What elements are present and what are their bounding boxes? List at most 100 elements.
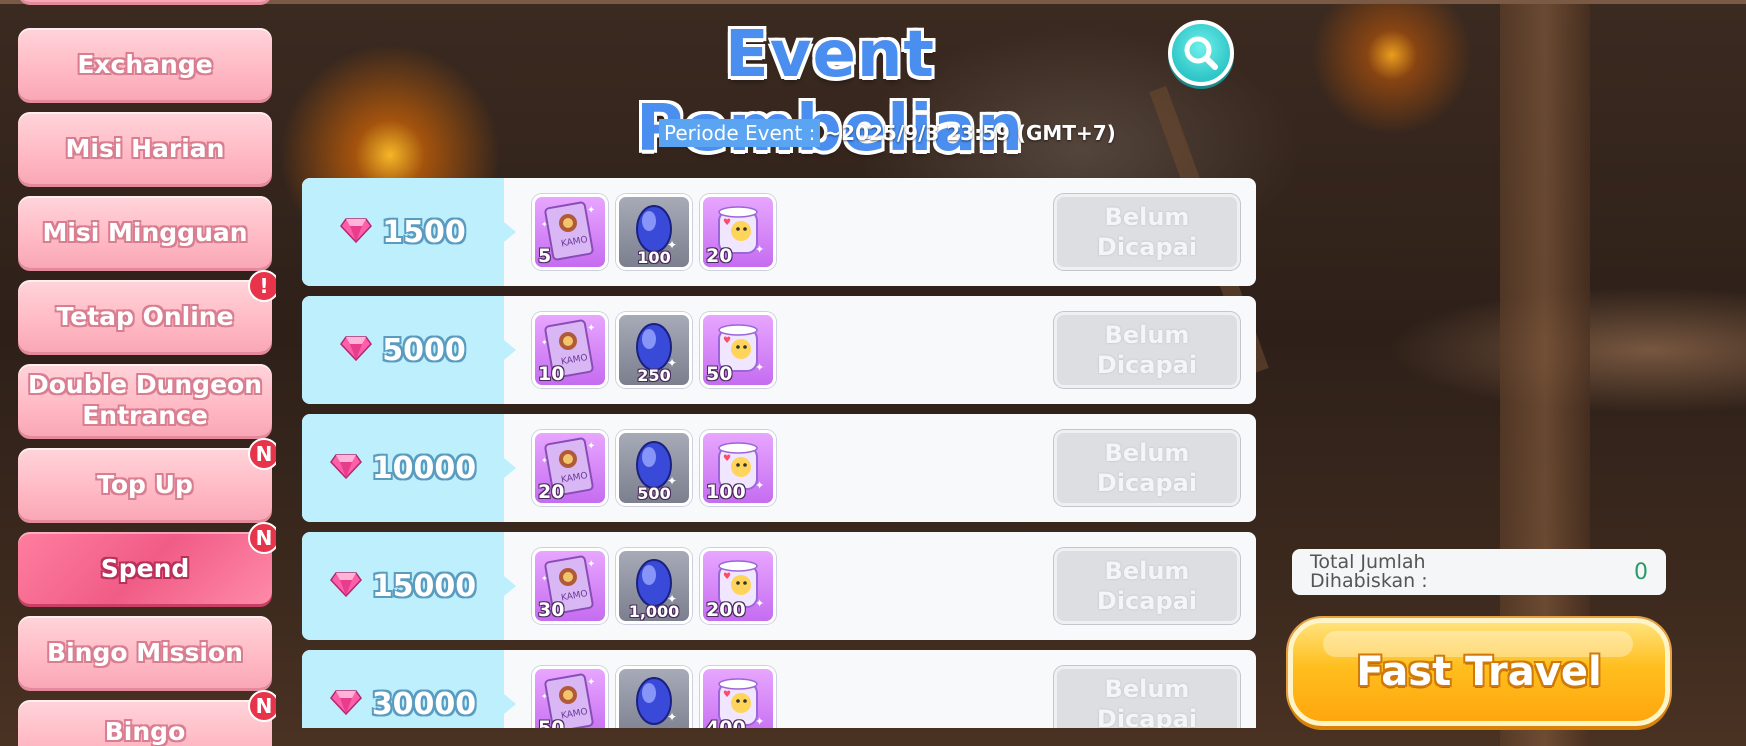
- svg-text:✦: ✦: [587, 677, 595, 688]
- reward-item[interactable]: ♥ ✦ 200: [700, 548, 776, 624]
- svg-text:✦: ✦: [587, 323, 595, 334]
- svg-text:✦: ✦: [755, 243, 764, 256]
- pink-gem-icon: [340, 335, 373, 365]
- claim-status-button[interactable]: Belum Dicapai: [1054, 194, 1240, 270]
- reward-row: 15000 KAMO ✦ ✦ 30 ✦ 1,000 ♥ ✦ 200 Belum Dicapai: [302, 532, 1256, 640]
- claim-status-label: Belum Dicapai: [1096, 203, 1198, 261]
- item-quantity: 20: [706, 245, 733, 267]
- reward-item[interactable]: ♥ ✦ 50: [700, 312, 776, 388]
- svg-text:✦: ✦: [541, 338, 548, 347]
- search-icon: [1184, 36, 1218, 70]
- svg-text:✦: ✦: [587, 205, 595, 216]
- claim-status-button[interactable]: Belum Dicapai: [1054, 666, 1240, 728]
- reward-row: 30000 KAMO ✦ ✦ 50 ✦ ♥ ✦ 400 Belum Dicapai: [302, 650, 1256, 728]
- claim-status-label: Belum Dicapai: [1096, 557, 1198, 615]
- sidebar-item-spend[interactable]: Spend N: [18, 522, 276, 604]
- svg-text:✦: ✦: [541, 574, 548, 583]
- reward-item[interactable]: ♥ ✦ 400: [700, 666, 776, 728]
- claim-status-label: Belum Dicapai: [1096, 675, 1198, 728]
- item-quantity: 100: [706, 481, 746, 503]
- cost-value: 1500: [382, 214, 466, 250]
- cost-value: 10000: [371, 450, 477, 486]
- pink-gem-icon: [329, 689, 362, 719]
- period-label: Periode Event :: [659, 119, 821, 147]
- claim-status-button[interactable]: Belum Dicapai: [1054, 312, 1240, 388]
- sidebar-item-label: Top Up: [97, 469, 193, 499]
- search-button[interactable]: [1168, 20, 1234, 86]
- reward-cost: 1500: [302, 178, 516, 286]
- sidebar-item-label: Tetap Online: [56, 301, 234, 331]
- cost-value: 30000: [371, 686, 477, 722]
- svg-text:♥: ♥: [723, 336, 731, 346]
- reward-row: 10000 KAMO ✦ ✦ 20 ✦ 500 ♥ ✦ 100 Belum Dicapai: [302, 414, 1256, 522]
- event-period: Periode Event : ~2025/9/3 23:59 (GMT+7): [659, 119, 1116, 147]
- reward-item[interactable]: ✦ 250: [616, 312, 692, 388]
- svg-text:✦: ✦: [755, 715, 764, 728]
- reward-cost: 15000: [302, 532, 516, 640]
- reward-item[interactable]: KAMO ✦ ✦ 10: [532, 312, 608, 388]
- sidebar-item-hidden[interactable]: [18, 0, 272, 2]
- sidebar-item-label: Spend: [100, 553, 190, 583]
- pink-gem-icon: [340, 217, 373, 247]
- fast-travel-label: Fast Travel: [1356, 649, 1602, 695]
- period-value: ~2025/9/3 23:59 (GMT+7): [824, 121, 1116, 145]
- item-quantity: 1,000: [628, 602, 680, 621]
- item-quantity: 30: [538, 599, 565, 621]
- reward-row: 5000 KAMO ✦ ✦ 10 ✦ 250 ♥ ✦ 50 Belum Dicapai: [302, 296, 1256, 404]
- reward-cost: 10000: [302, 414, 516, 522]
- reward-item[interactable]: KAMO ✦ ✦ 20: [532, 430, 608, 506]
- cost-value: 5000: [382, 332, 466, 368]
- svg-text:✦: ✦: [755, 479, 764, 492]
- sidebar-item-double-dungeon[interactable]: Double Dungeon Entrance: [18, 364, 272, 436]
- sidebar-item-misi-mingguan[interactable]: Misi Mingguan: [18, 196, 272, 268]
- sidebar-item-label: Misi Mingguan: [42, 217, 248, 247]
- reward-list[interactable]: 1500 KAMO ✦ ✦ 5 ✦ 100 ♥ ✦ 20 Belum Dicapai 5000 KAMO…: [302, 178, 1256, 728]
- reward-item[interactable]: KAMO ✦ ✦ 30: [532, 548, 608, 624]
- reward-item[interactable]: ♥ ✦ 100: [700, 430, 776, 506]
- svg-text:✦: ✦: [755, 361, 764, 374]
- sidebar-item-label: Double Dungeon Entrance: [27, 370, 263, 430]
- item-quantity: 200: [706, 599, 746, 621]
- sidebar-item-exchange[interactable]: Exchange: [18, 28, 272, 100]
- reward-item[interactable]: ✦ 500: [616, 430, 692, 506]
- reward-row: 1500 KAMO ✦ ✦ 5 ✦ 100 ♥ ✦ 20 Belum Dicapai: [302, 178, 1256, 286]
- claim-status-button[interactable]: Belum Dicapai: [1054, 430, 1240, 506]
- total-spent-label: Total Jumlah Dihabiskan :: [1310, 551, 1428, 592]
- sidebar-item-label: Bingo Mission: [47, 637, 243, 667]
- pink-gem-icon: [329, 453, 362, 483]
- svg-text:♥: ♥: [723, 454, 731, 464]
- reward-item[interactable]: ♥ ✦ 20: [700, 194, 776, 270]
- reward-item[interactable]: KAMO ✦ ✦ 50: [532, 666, 608, 728]
- item-quantity: 20: [538, 481, 565, 503]
- item-quantity: 250: [637, 366, 671, 385]
- alert-badge: !: [248, 270, 276, 302]
- svg-text:✦: ✦: [587, 441, 595, 452]
- reward-item[interactable]: ✦: [616, 666, 692, 728]
- reward-item[interactable]: KAMO ✦ ✦ 5: [532, 194, 608, 270]
- svg-text:✦: ✦: [667, 710, 677, 724]
- reward-cost: 30000: [302, 650, 516, 728]
- item-quantity: 5: [538, 245, 552, 267]
- reward-item[interactable]: ✦ 1,000: [616, 548, 692, 624]
- item-quantity: 10: [538, 363, 565, 385]
- reward-item[interactable]: ✦ 100: [616, 194, 692, 270]
- new-badge: N: [248, 438, 276, 470]
- svg-text:♥: ♥: [723, 218, 731, 228]
- sidebar-item-label: Misi Harian: [65, 133, 225, 163]
- sidebar-item-bingo[interactable]: Bingo N: [18, 690, 276, 746]
- svg-text:✦: ✦: [755, 597, 764, 610]
- sidebar-item-top-up[interactable]: Top Up N: [18, 438, 276, 520]
- svg-text:✦: ✦: [587, 559, 595, 570]
- total-spent-value: 0: [1634, 559, 1648, 585]
- claim-status-button[interactable]: Belum Dicapai: [1054, 548, 1240, 624]
- sidebar-item-misi-harian[interactable]: Misi Harian: [18, 112, 272, 184]
- sidebar-item-tetap-online[interactable]: Tetap Online !: [18, 270, 276, 352]
- item-quantity: 400: [706, 717, 746, 728]
- fast-travel-button[interactable]: Fast Travel: [1288, 618, 1670, 726]
- item-quantity: 100: [637, 248, 671, 267]
- total-spent-panel: Total Jumlah Dihabiskan : 0: [1292, 549, 1666, 595]
- new-badge: N: [248, 522, 276, 554]
- sidebar-item-bingo-mission[interactable]: Bingo Mission: [18, 616, 272, 688]
- event-sidebar: Exchange Misi Harian Misi Mingguan Tetap…: [14, 0, 276, 746]
- svg-text:✦: ✦: [541, 220, 548, 229]
